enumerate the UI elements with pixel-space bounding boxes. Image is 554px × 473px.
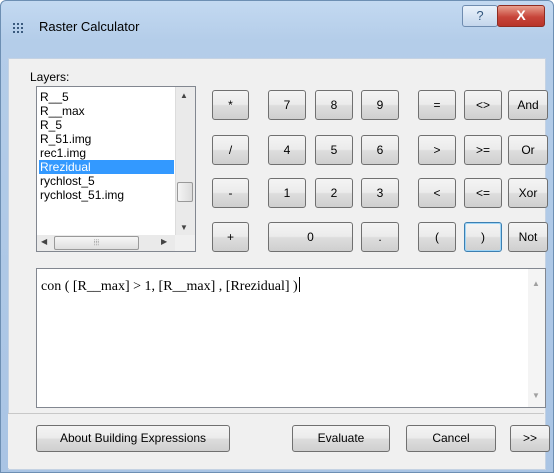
about-building-expressions-button[interactable]: About Building Expressions <box>36 425 230 452</box>
digit-3-button[interactable]: 3 <box>361 178 399 208</box>
cancel-button[interactable]: Cancel <box>406 425 496 452</box>
greater-than-button[interactable]: > <box>418 135 456 165</box>
digit-1-button[interactable]: 1 <box>268 178 306 208</box>
add-button[interactable]: + <box>212 222 249 252</box>
xor-button[interactable]: Xor <box>508 178 548 208</box>
digit-6-button[interactable]: 6 <box>361 135 399 165</box>
scroll-thumb[interactable] <box>177 182 193 202</box>
greater-equal-button[interactable]: >= <box>464 135 502 165</box>
digit-7-button[interactable]: 7 <box>268 90 306 120</box>
help-button[interactable]: ? <box>462 5 498 27</box>
divide-button[interactable]: / <box>212 135 249 165</box>
expression-value: con ( [R__max] > 1, [R__max] , [Rrezidua… <box>41 279 298 294</box>
and-button[interactable]: And <box>508 90 548 120</box>
decimal-point-button[interactable]: . <box>361 222 399 252</box>
less-equal-button[interactable]: <= <box>464 178 502 208</box>
or-button[interactable]: Or <box>508 135 548 165</box>
not-equal-button[interactable]: <> <box>464 90 502 120</box>
show-help-button[interactable]: >> <box>510 425 550 452</box>
less-than-button[interactable]: < <box>418 178 456 208</box>
layer-item[interactable]: rec1.img <box>40 146 86 160</box>
scroll-down-icon[interactable]: ▼ <box>180 223 188 232</box>
expression-scrollbar[interactable]: ▲ ▼ <box>528 269 545 407</box>
subtract-button[interactable]: - <box>212 178 249 208</box>
open-paren-button[interactable]: ( <box>418 222 456 252</box>
layer-item[interactable]: R__5 <box>40 90 69 104</box>
scroll-left-icon[interactable]: ◀ <box>41 237 47 246</box>
digit-5-button[interactable]: 5 <box>315 135 353 165</box>
layer-item-selected[interactable]: Rrezidual <box>39 160 174 174</box>
digit-4-button[interactable]: 4 <box>268 135 306 165</box>
equals-button[interactable]: = <box>418 90 456 120</box>
evaluate-button[interactable]: Evaluate <box>292 425 390 452</box>
layers-horizontal-scrollbar[interactable]: ◀ ⦙⦙⦙ ▶ <box>37 235 175 251</box>
close-paren-button[interactable]: ) <box>464 222 502 252</box>
close-button[interactable]: X <box>497 5 545 27</box>
not-button[interactable]: Not <box>508 222 548 252</box>
scroll-up-icon[interactable]: ▲ <box>532 279 540 288</box>
scroll-thumb-horizontal[interactable]: ⦙⦙⦙ <box>54 236 139 250</box>
digit-2-button[interactable]: 2 <box>315 178 353 208</box>
layers-vertical-scrollbar[interactable]: ▲ ▼ <box>175 87 195 236</box>
layer-item[interactable]: rychlost_5 <box>40 174 95 188</box>
layer-item[interactable]: R_5 <box>40 118 62 132</box>
multiply-button[interactable]: * <box>212 90 249 120</box>
window-title: Raster Calculator <box>39 19 140 34</box>
scroll-right-icon[interactable]: ▶ <box>161 237 167 246</box>
layer-item[interactable]: R__max <box>40 104 85 118</box>
digit-8-button[interactable]: 8 <box>315 90 353 120</box>
window-icon <box>13 23 27 35</box>
scroll-up-icon[interactable]: ▲ <box>180 91 188 100</box>
title-bar[interactable]: Raster Calculator ? X <box>1 1 553 55</box>
scrollbar-corner <box>175 235 195 251</box>
layers-label: Layers: <box>30 70 70 84</box>
layers-list[interactable]: R__5 R__max R_5 R_51.img rec1.img Rrezid… <box>36 86 196 252</box>
text-caret <box>298 277 300 292</box>
scroll-down-icon[interactable]: ▼ <box>532 391 540 400</box>
digit-0-button[interactable]: 0 <box>268 222 353 252</box>
layer-item[interactable]: R_51.img <box>40 132 91 146</box>
digit-9-button[interactable]: 9 <box>361 90 399 120</box>
expression-text: con ( [R__max] > 1, [R__max] , [Rrezidua… <box>41 277 300 295</box>
expression-textarea[interactable]: con ( [R__max] > 1, [R__max] , [Rrezidua… <box>36 268 546 408</box>
layer-item[interactable]: rychlost_51.img <box>40 188 124 202</box>
